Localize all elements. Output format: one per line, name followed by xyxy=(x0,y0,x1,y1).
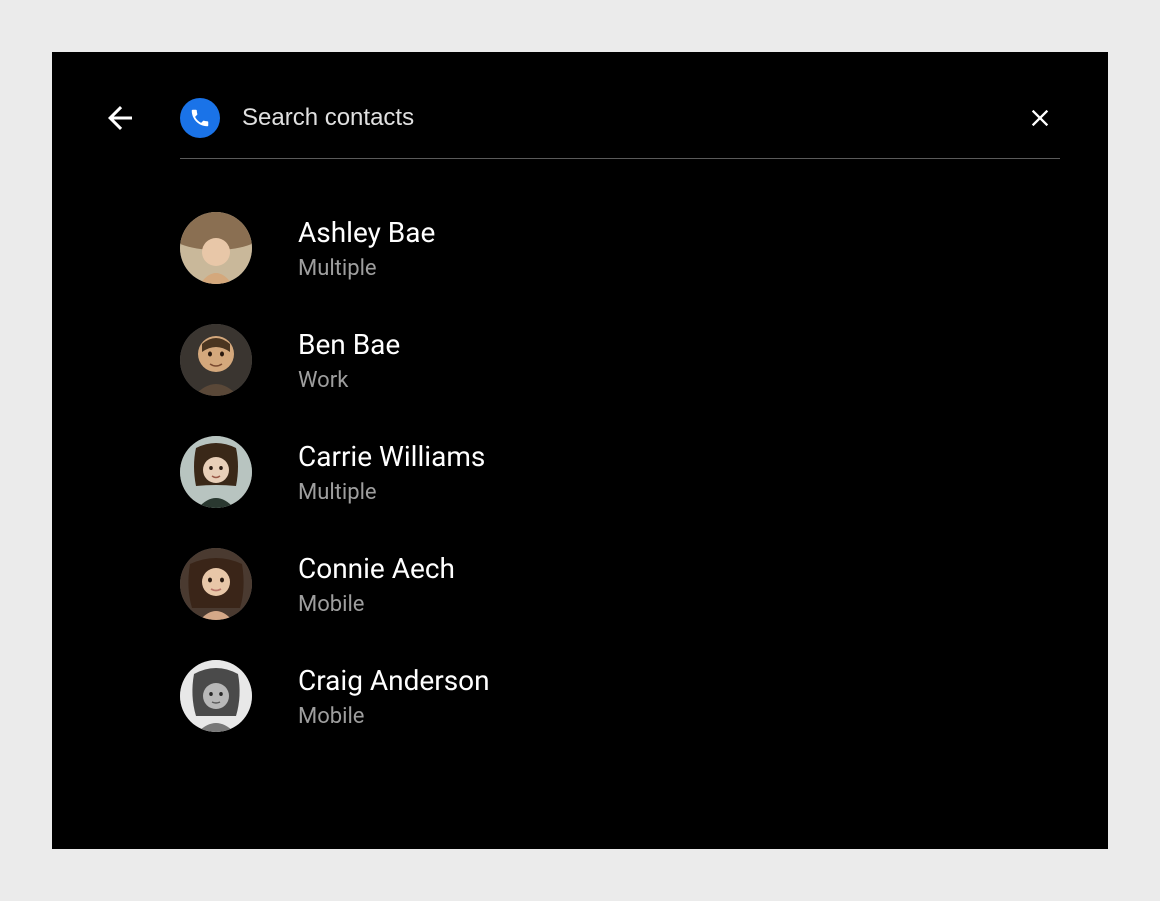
contact-item-craig-anderson[interactable]: Craig Anderson Mobile xyxy=(180,640,1060,752)
contact-label: Mobile xyxy=(298,592,455,617)
contact-name: Ben Bae xyxy=(298,327,400,363)
arrow-back-icon xyxy=(102,100,138,136)
contact-label: Multiple xyxy=(298,256,435,281)
avatar xyxy=(180,548,252,620)
contact-item-carrie-williams[interactable]: Carrie Williams Multiple xyxy=(180,416,1060,528)
contact-info: Craig Anderson Mobile xyxy=(298,663,490,728)
avatar xyxy=(180,324,252,396)
close-icon xyxy=(1026,104,1054,132)
header xyxy=(52,52,1108,184)
contact-info: Connie Aech Mobile xyxy=(298,551,455,616)
phone-icon xyxy=(189,107,211,129)
contact-label: Work xyxy=(298,368,400,393)
contact-name: Craig Anderson xyxy=(298,663,490,699)
avatar xyxy=(180,660,252,732)
contact-info: Carrie Williams Multiple xyxy=(298,439,485,504)
avatar xyxy=(180,212,252,284)
contact-name: Connie Aech xyxy=(298,551,455,587)
avatar xyxy=(180,436,252,508)
contact-item-ashley-bae[interactable]: Ashley Bae Multiple xyxy=(180,192,1060,304)
contact-info: Ben Bae Work xyxy=(298,327,400,392)
contact-item-connie-aech[interactable]: Connie Aech Mobile xyxy=(180,528,1060,640)
contact-name: Carrie Williams xyxy=(298,439,485,475)
contacts-search-screen: Ashley Bae Multiple Ben Bae Work xyxy=(52,52,1108,849)
clear-search-button[interactable] xyxy=(1020,98,1060,138)
contact-name: Ashley Bae xyxy=(298,215,435,251)
contact-label: Mobile xyxy=(298,704,490,729)
back-button[interactable] xyxy=(100,98,140,138)
search-input[interactable] xyxy=(242,104,1000,132)
contact-label: Multiple xyxy=(298,480,485,505)
contacts-list: Ashley Bae Multiple Ben Bae Work xyxy=(52,192,1108,752)
search-row xyxy=(180,98,1060,159)
contact-item-ben-bae[interactable]: Ben Bae Work xyxy=(180,304,1060,416)
phone-app-icon xyxy=(180,98,220,138)
contact-info: Ashley Bae Multiple xyxy=(298,215,435,280)
